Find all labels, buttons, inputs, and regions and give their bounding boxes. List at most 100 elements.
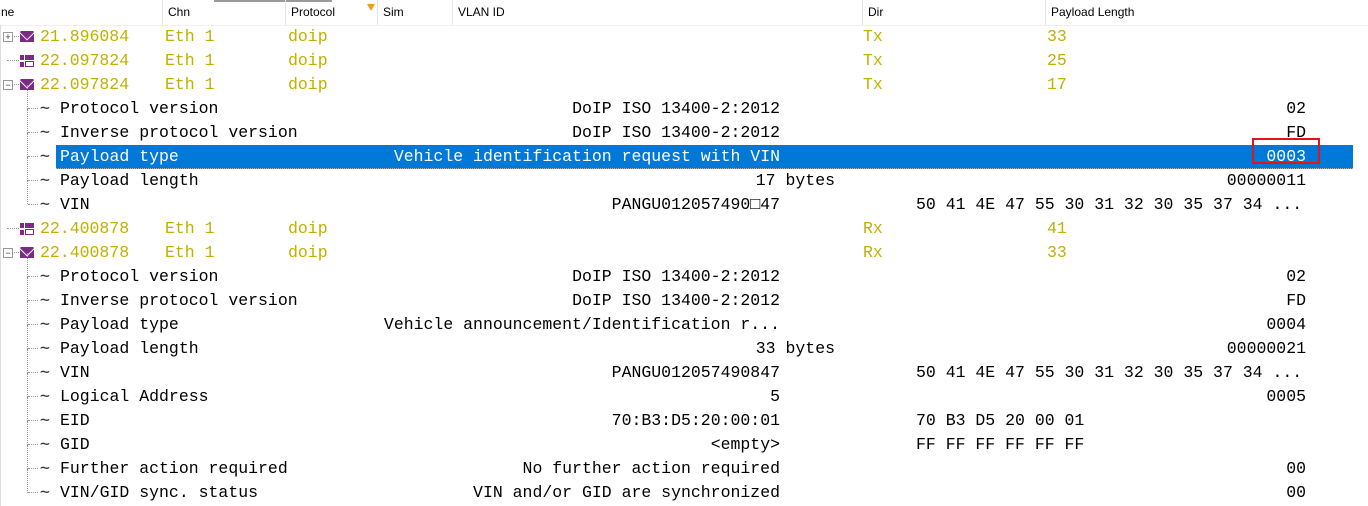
field-row[interactable]: ∼ Inverse protocol version DoIP ISO 13400-… (0, 277, 1368, 313)
signal-icon: ∼ (40, 195, 50, 214)
tree-line (28, 276, 38, 277)
message-row[interactable]: +21.896084 Eth 1 doip Tx 33 (0, 25, 1368, 49)
tree-line (27, 301, 28, 325)
column-protocol[interactable]: Protocol (285, 0, 377, 25)
field-row[interactable]: ∼ EID 70:B3:D5:20:00:01 70 B3 D5 20 00 01 (0, 397, 1368, 433)
column-dir[interactable]: Dir (862, 0, 1045, 25)
tree-line (27, 445, 28, 469)
field-value: No further action required (522, 459, 780, 478)
field-value: PANGU012057490847 (611, 363, 780, 382)
signal-icon: ∼ (40, 363, 50, 382)
field-row[interactable]: ∼ Protocol version DoIP ISO 13400-2:2012 02 (0, 85, 1368, 121)
message-row[interactable]: − 22.097824 Eth 1 doip Tx 17 (0, 73, 1368, 97)
tree-line (28, 132, 38, 133)
tree-line (28, 108, 38, 109)
length-cell: 25 (1047, 51, 1067, 70)
expander-plus-icon[interactable]: + (3, 32, 13, 42)
message-row[interactable]: 22.097824 Eth 1 doip Tx 25 (0, 49, 1368, 73)
column-sim[interactable]: Sim (377, 0, 452, 25)
protocol-cell: doip (288, 243, 328, 262)
field-value: 70:B3:D5:20:00:01 (611, 411, 780, 430)
field-row[interactable]: ∼ Payload type Vehicle announcement/Identi… (0, 301, 1368, 337)
column-name[interactable]: ne (0, 0, 162, 25)
expander-minus-icon[interactable]: − (3, 248, 13, 258)
field-row[interactable]: ∼ VIN PANGU012057490□47 50 41 4E 47 55 30 3… (0, 181, 1368, 217)
message-row[interactable]: − 22.400878 Eth 1 doip Rx 33 (0, 241, 1368, 265)
length-cell: 41 (1047, 219, 1067, 238)
chn-cell: Eth 1 (165, 75, 215, 94)
field-row[interactable]: ∼ Protocol version DoIP ISO 13400-2:2012 02 (0, 253, 1368, 289)
dir-cell: Rx (863, 243, 883, 262)
field-row[interactable]: ∼ Payload type Vehicle identification requ… (0, 133, 1368, 169)
field-row[interactable]: ∼ Payload length 33 bytes 00000021 (0, 325, 1368, 361)
field-value: <empty> (710, 435, 780, 454)
field-name: EID (60, 411, 90, 430)
tree-line (27, 397, 28, 421)
field-row[interactable]: ∼ GID <empty> FF FF FF FF FF FF (0, 421, 1368, 457)
chn-cell: Eth 1 (165, 27, 215, 46)
tree-line (27, 373, 28, 397)
column-chn[interactable]: Chn (162, 0, 285, 25)
field-value: 17 bytes (755, 171, 835, 190)
field-raw: FD (1286, 291, 1306, 310)
chn-cell: Eth 1 (165, 243, 215, 262)
message-row[interactable]: 22.400878 Eth 1 doip Rx 41 (0, 217, 1368, 241)
field-raw: 00000021 (1226, 339, 1306, 358)
field-name: GID (60, 435, 90, 454)
tree-line (28, 348, 38, 349)
field-row[interactable]: ∼ Further action required No further actio… (0, 445, 1368, 481)
column-vlan-id[interactable]: VLAN ID (452, 0, 862, 25)
signal-icon: ∼ (40, 459, 50, 478)
field-value: Vehicle identification request with VIN (393, 147, 780, 166)
expander-minus-icon[interactable]: − (3, 80, 13, 90)
tree-line (28, 204, 38, 205)
field-value: PANGU012057490□47 (611, 195, 780, 214)
dir-cell: Rx (863, 219, 883, 238)
signal-icon: ∼ (40, 387, 50, 406)
column-payload-length[interactable]: Payload Length (1045, 0, 1368, 25)
field-raw: 00000011 (1226, 171, 1306, 190)
field-name: Inverse protocol version (60, 123, 298, 142)
tree-line (28, 372, 38, 373)
field-name: Payload length (60, 339, 199, 358)
tree-line (28, 180, 38, 181)
field-row[interactable]: ∼ Logical Address 5 0005 (0, 373, 1368, 409)
field-row[interactable]: ∼ VIN PANGU012057490847 50 41 4E 47 55 30 3… (0, 349, 1368, 385)
field-name: Payload type (60, 315, 179, 334)
signal-icon: ∼ (40, 123, 50, 142)
length-cell: 17 (1047, 75, 1067, 94)
field-row[interactable]: ∼ VIN/GID sync. status VIN and/or GID are … (0, 469, 1368, 505)
field-raw: 50 41 4E 47 55 30 31 32 30 35 37 34 ... (916, 363, 1303, 382)
field-name: Protocol version (60, 99, 219, 118)
signal-icon: ∼ (40, 171, 50, 190)
tree-line (28, 444, 38, 445)
filter-icon[interactable] (367, 4, 375, 11)
tree-line (27, 109, 28, 133)
tree-line (27, 253, 28, 277)
field-row[interactable]: ∼ Inverse protocol version DoIP ISO 13400-… (0, 109, 1368, 145)
highlight-box (1252, 138, 1320, 164)
envelope-icon (20, 31, 34, 42)
field-name: VIN (60, 195, 90, 214)
length-cell: 33 (1047, 243, 1067, 262)
protocol-cell: doip (288, 75, 328, 94)
dir-cell: Tx (863, 51, 883, 70)
field-name: VIN (60, 363, 90, 382)
tree-line (27, 181, 28, 204)
column-header: ne Chn Protocol Sim VLAN ID Dir Payload … (0, 0, 1368, 26)
signal-icon: ∼ (40, 483, 50, 502)
tree-line (27, 157, 28, 181)
tree-line (27, 421, 28, 445)
multi-frame-icon (20, 55, 34, 67)
tree-line (28, 420, 38, 421)
field-row[interactable]: ∼ Payload length 17 bytes 00000011 (0, 157, 1368, 193)
field-name: Payload length (60, 171, 199, 190)
dir-cell: Tx (863, 75, 883, 94)
time-cell: 22.097824 (40, 75, 130, 94)
protocol-cell: doip (288, 51, 328, 70)
signal-icon: ∼ (40, 315, 50, 334)
protocol-cell: doip (288, 27, 328, 46)
time-cell: 22.400878 (40, 219, 130, 238)
signal-icon: ∼ (40, 339, 50, 358)
chn-cell: Eth 1 (165, 219, 215, 238)
